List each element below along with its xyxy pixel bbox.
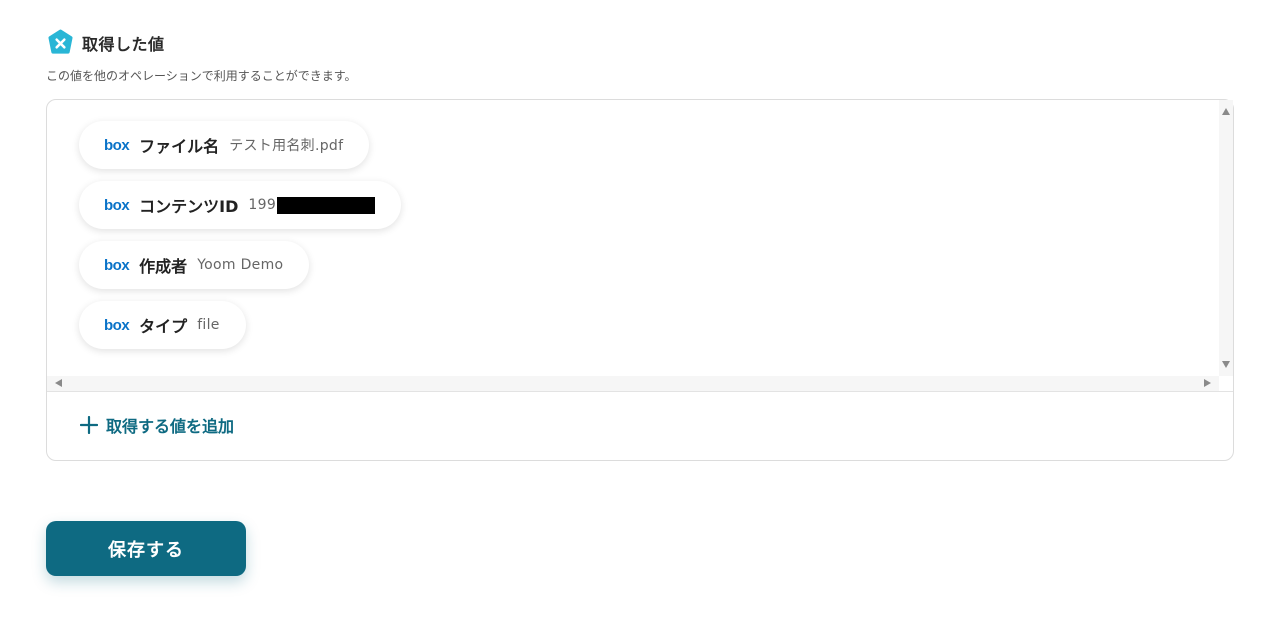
yoom-icon	[48, 29, 73, 54]
acquired-values-panel: box ファイル名 テスト用名刺.pdf box コンテンツID 199 box…	[46, 99, 1234, 461]
scroll-right-icon[interactable]	[1204, 379, 1211, 387]
scroll-up-icon[interactable]	[1222, 108, 1230, 115]
chip-value: Yoom Demo	[197, 257, 284, 273]
value-chip-type[interactable]: box タイプ file	[79, 301, 246, 349]
box-logo-icon: box	[104, 196, 130, 214]
chip-label: タイプ	[139, 317, 188, 336]
redaction-bar	[277, 196, 376, 214]
chip-label: ファイル名	[139, 137, 220, 156]
value-chip-creator[interactable]: box 作成者 Yoom Demo	[79, 241, 310, 289]
section-header: 取得した値	[47, 29, 165, 56]
value-chip-file-name[interactable]: box ファイル名 テスト用名刺.pdf	[79, 121, 370, 169]
horizontal-scrollbar[interactable]	[47, 376, 1219, 391]
box-logo-icon: box	[104, 316, 130, 334]
box-logo-icon: box	[104, 256, 130, 274]
chip-value: file	[197, 317, 220, 333]
scroll-left-icon[interactable]	[55, 379, 62, 387]
save-button[interactable]: 保存する	[46, 521, 246, 576]
chip-label: 作成者	[139, 257, 188, 276]
vertical-scrollbar[interactable]	[1219, 100, 1233, 376]
chip-value: テスト用名刺.pdf	[229, 138, 344, 154]
chip-label: コンテンツID	[139, 197, 239, 216]
divider	[47, 391, 1233, 392]
values-scroll-area: box ファイル名 テスト用名刺.pdf box コンテンツID 199 box…	[47, 100, 1233, 391]
plus-icon	[80, 416, 98, 434]
add-value-button[interactable]: 取得する値を追加	[80, 413, 234, 437]
section-title: 取得した値	[82, 34, 165, 54]
chip-value: 199	[248, 197, 277, 213]
add-value-label: 取得する値を追加	[106, 417, 235, 436]
value-chip-content-id[interactable]: box コンテンツID 199	[79, 181, 402, 229]
section-description: この値を他のオペレーションで利用することができます。	[46, 69, 357, 83]
scroll-down-icon[interactable]	[1222, 361, 1230, 368]
box-logo-icon: box	[104, 136, 130, 154]
